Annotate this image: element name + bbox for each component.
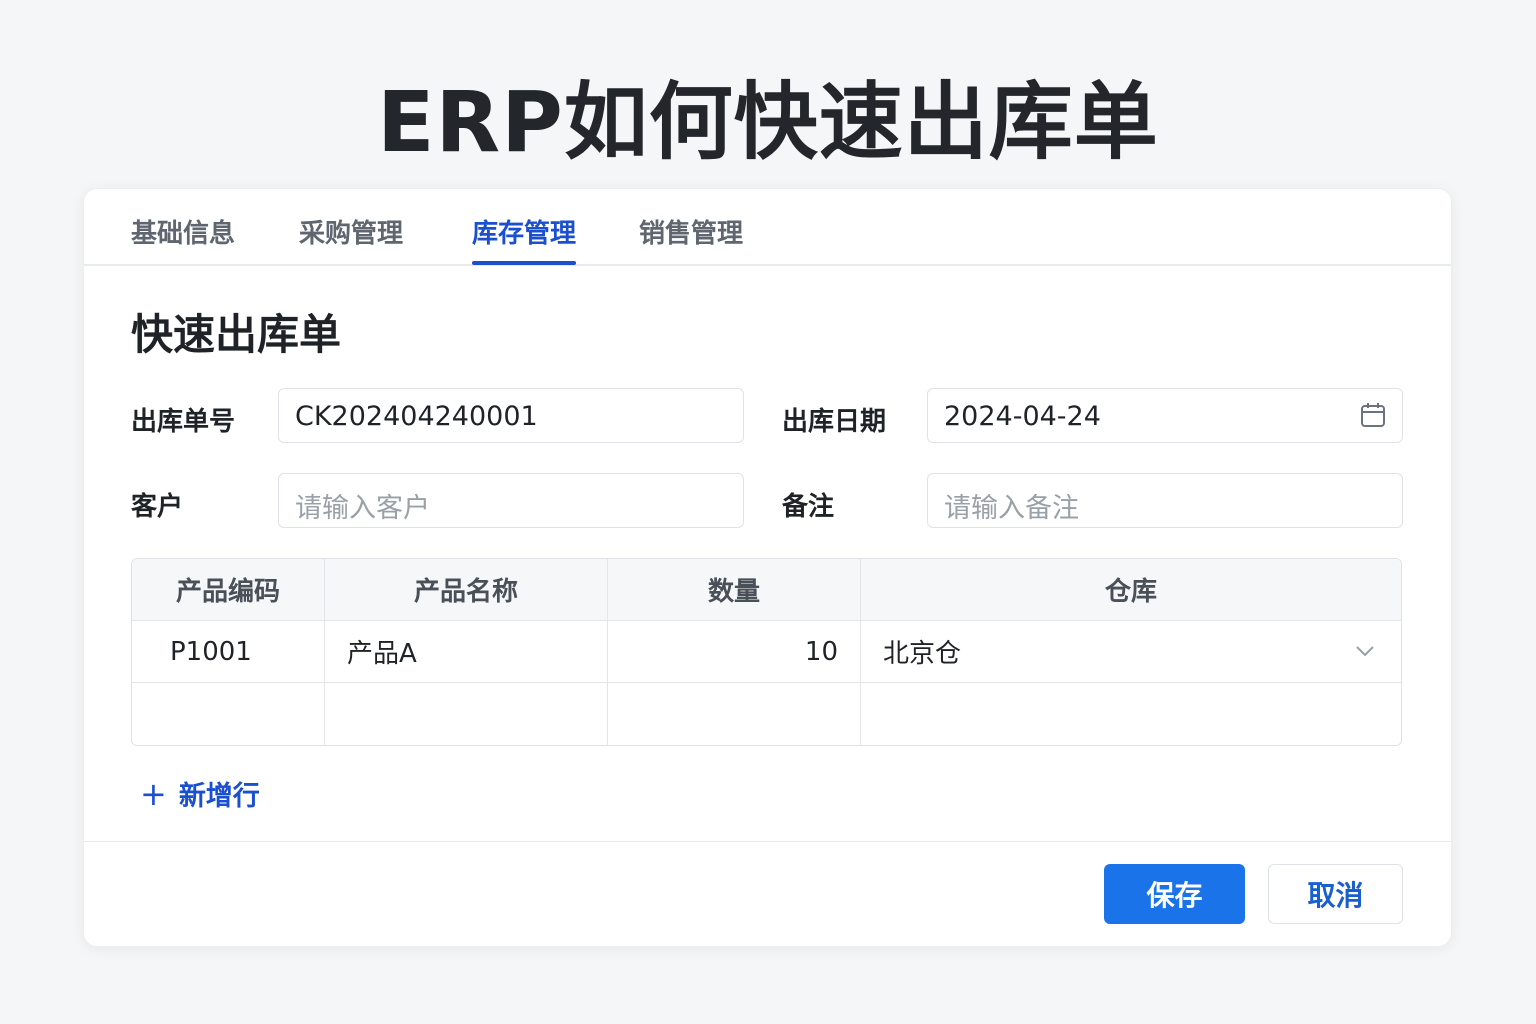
cell-code[interactable]: P1001 bbox=[132, 621, 325, 683]
add-row-button[interactable]: + 新增行 bbox=[140, 774, 260, 813]
calendar-icon[interactable] bbox=[1360, 401, 1386, 429]
product-table: 产品编码 产品名称 数量 仓库 P1001 产品A 10 北京仓 bbox=[131, 558, 1402, 746]
empty-cell[interactable] bbox=[325, 683, 608, 745]
order-no-label: 出库单号 bbox=[131, 407, 236, 437]
tab-purchase[interactable]: 采购管理 bbox=[299, 213, 403, 250]
add-row-label: 新增行 bbox=[178, 781, 260, 812]
header-code: 产品编码 bbox=[132, 559, 325, 621]
outbound-form-card: 基础信息 采购管理 库存管理 销售管理 快速出库单 出库单号 CK2024042… bbox=[83, 188, 1452, 947]
save-button[interactable]: 保存 bbox=[1104, 864, 1245, 924]
cell-qty[interactable]: 10 bbox=[608, 621, 861, 683]
customer-label: 客户 bbox=[131, 492, 184, 522]
warehouse-value: 北京仓 bbox=[883, 639, 962, 669]
header-name: 产品名称 bbox=[325, 559, 608, 621]
date-label: 出库日期 bbox=[782, 407, 887, 437]
tab-inventory[interactable]: 库存管理 bbox=[472, 213, 577, 265]
date-value: 2024-04-24 bbox=[944, 401, 1101, 432]
empty-cell[interactable] bbox=[608, 683, 861, 745]
header-warehouse: 仓库 bbox=[861, 559, 1401, 621]
tab-basic-info[interactable]: 基础信息 bbox=[131, 213, 235, 250]
table-row: P1001 产品A 10 北京仓 bbox=[132, 621, 1401, 683]
warehouse-select[interactable]: 北京仓 bbox=[861, 621, 1401, 683]
page-title: ERP如何快速出库单 bbox=[377, 73, 1159, 171]
empty-cell[interactable] bbox=[132, 683, 325, 745]
cancel-button[interactable]: 取消 bbox=[1268, 864, 1403, 924]
cell-name[interactable]: 产品A bbox=[325, 621, 608, 683]
remark-label: 备注 bbox=[782, 492, 835, 522]
footer-divider bbox=[84, 841, 1451, 842]
tab-sales[interactable]: 销售管理 bbox=[639, 213, 743, 250]
remark-input[interactable]: 请输入备注 bbox=[927, 473, 1403, 528]
header-qty: 数量 bbox=[608, 559, 861, 621]
customer-input[interactable]: 请输入客户 bbox=[278, 473, 744, 528]
empty-cell[interactable] bbox=[861, 683, 1401, 745]
date-input[interactable]: 2024-04-24 bbox=[927, 388, 1403, 443]
plus-icon: + bbox=[140, 775, 167, 813]
section-title: 快速出库单 bbox=[131, 310, 342, 359]
table-row-empty bbox=[132, 683, 1401, 745]
tab-bar: 基础信息 采购管理 库存管理 销售管理 bbox=[84, 189, 1451, 266]
order-no-input[interactable]: CK202404240001 bbox=[278, 388, 744, 443]
chevron-down-icon bbox=[1356, 646, 1374, 657]
